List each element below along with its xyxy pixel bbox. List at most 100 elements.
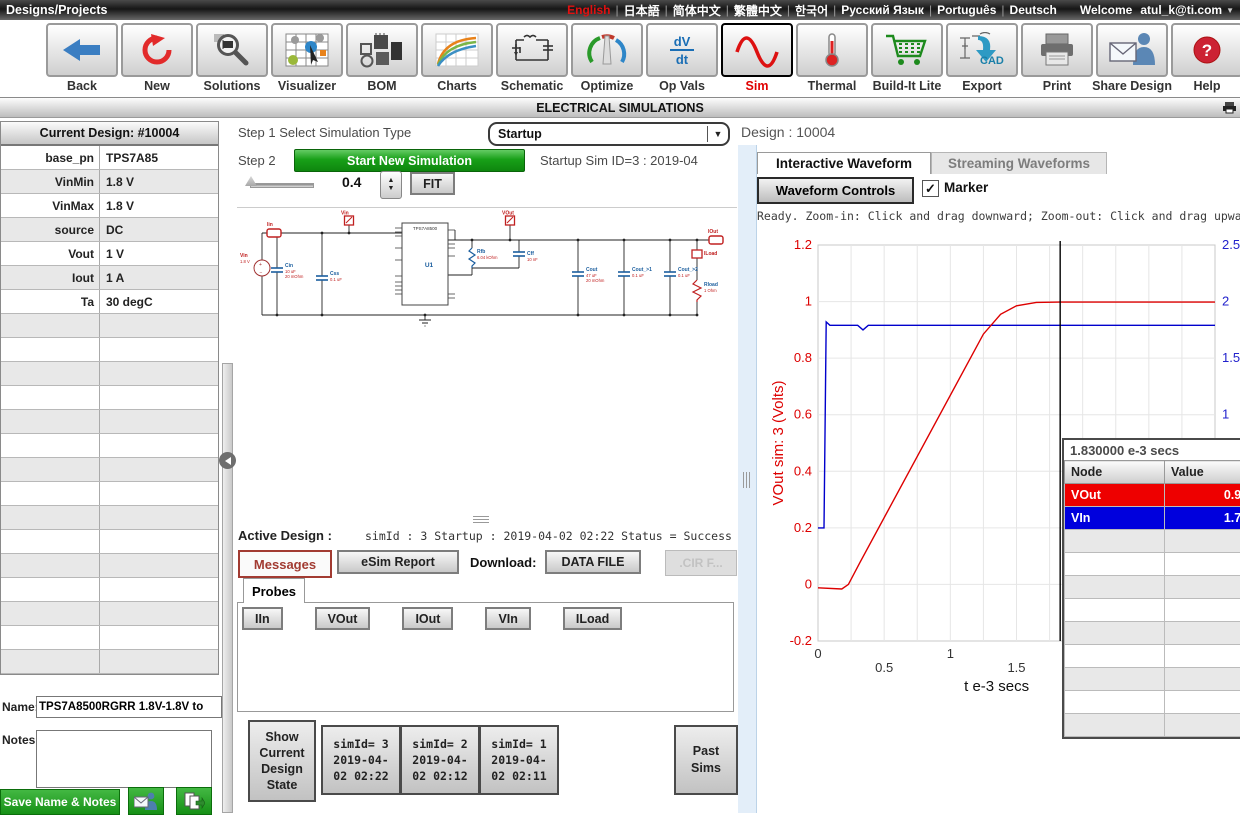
svg-text:?: ? (1202, 41, 1212, 60)
design-parameter-table: base_pnTPS7A85VinMin1.8 VVinMax1.8 Vsour… (1, 146, 218, 674)
value-stepper[interactable]: ▲▼ (380, 171, 402, 199)
toolbar-label: Solutions (204, 79, 261, 93)
right-drag-grip[interactable] (743, 472, 750, 488)
svg-text:6.04 kOhm: 6.04 kOhm (477, 255, 498, 260)
toolbar-new-button[interactable]: New (121, 23, 193, 97)
sim-history-button-2[interactable]: simId= 22019-04-02 02:12 (400, 725, 480, 795)
language-link-7[interactable]: Português (937, 3, 996, 17)
printer-icon (1021, 23, 1093, 77)
toolbar-label: Export (962, 79, 1002, 93)
rload-resistor-symbol (693, 280, 701, 302)
webench-simulation-window: { "top_bar": { "title": "Designs/Project… (0, 0, 1240, 813)
language-link-5[interactable]: 한국어 (795, 2, 828, 19)
start-new-simulation-button[interactable]: Start New Simulation (294, 149, 525, 172)
marker-checkbox[interactable]: ✓ (922, 180, 939, 197)
language-link-8[interactable]: Deutsch (1010, 3, 1057, 17)
button-line: 2019-04- (491, 752, 546, 768)
empty-param-row (1, 458, 218, 482)
schematic-canvas[interactable]: +− TPS7A8500 U1 (237, 210, 737, 415)
stepper-up-icon[interactable]: ▲ (388, 177, 395, 185)
page-title: Designs/Projects (6, 3, 107, 17)
fit-button[interactable]: FIT (410, 172, 455, 195)
language-link-2[interactable]: 日本語 (624, 2, 660, 19)
toolbar-solutions-button[interactable]: Solutions (196, 23, 268, 97)
language-link-3[interactable]: 简体中文 (673, 2, 721, 19)
collapse-left-arrow[interactable] (219, 452, 236, 469)
vin-probe-icon[interactable] (345, 216, 354, 225)
probe-button-iin[interactable]: IIn (242, 607, 283, 630)
design-name-input[interactable] (36, 696, 222, 718)
user-menu[interactable]: atul_k@ti.com ▼ (1140, 3, 1234, 17)
print-small-icon[interactable] (1223, 101, 1236, 117)
marker-node: VIn (1065, 507, 1165, 530)
button-line: Design (261, 761, 303, 777)
vout-probe-icon[interactable] (506, 216, 515, 225)
empty-param-row (1, 434, 218, 458)
x-axis-tick: 0.5 (875, 660, 893, 675)
iin-probe-icon[interactable] (267, 229, 281, 237)
empty-param-row (1, 626, 218, 650)
messages-button[interactable]: Messages (238, 550, 332, 578)
toolbar-sim-button[interactable]: Sim (721, 23, 793, 97)
language-link-6[interactable]: Русский Язык (841, 3, 924, 17)
left-axis-tick: 1.2 (794, 237, 812, 252)
show-current-design-state-button[interactable]: ShowCurrentDesignState (248, 720, 316, 802)
design-notes-textarea[interactable] (36, 730, 212, 788)
waveform-controls-button[interactable]: Waveform Controls (757, 177, 914, 204)
marker-col-node: Node (1065, 461, 1165, 484)
marker-time-label: 1.830000 e-3 secs (1064, 440, 1240, 460)
sim-history-button-1[interactable]: simId= 32019-04-02 02:22 (321, 725, 401, 795)
schematic-resize-grip[interactable] (473, 516, 489, 523)
probe-button-vin[interactable]: VIn (485, 607, 530, 630)
welcome-label: Welcome (1080, 3, 1132, 17)
toolbar-thermal-button[interactable]: Thermal (796, 23, 868, 97)
copy-design-small-button[interactable] (176, 787, 212, 815)
cir-file-button-disabled: .CIR F... (665, 550, 737, 576)
probe-button-vout[interactable]: VOut (315, 607, 371, 630)
save-name-notes-button[interactable]: Save Name & Notes (0, 789, 120, 815)
tab-streaming-waveforms[interactable]: Streaming Waveforms (931, 152, 1107, 174)
right-axis-tick: 1.5 (1222, 350, 1240, 365)
toolbar-share-design-button[interactable]: Share Design (1096, 23, 1168, 97)
current-design-header: Current Design: #10004 (1, 122, 218, 146)
probe-button-iload[interactable]: ILoad (563, 607, 622, 630)
stepper-down-icon[interactable]: ▼ (388, 185, 395, 193)
design-param-row: Vout1 V (1, 242, 218, 266)
iload-probe-icon[interactable] (692, 250, 702, 258)
sim-type-dropdown[interactable]: Startup ▼ (488, 122, 730, 146)
toolbar-visualizer-button[interactable]: Visualizer (271, 23, 343, 97)
data-file-button[interactable]: DATA FILE (545, 550, 641, 574)
toolbar-label: Optimize (581, 79, 634, 93)
toolbar-op-vals-button[interactable]: dVdtOp Vals (646, 23, 718, 97)
toolbar-print-button[interactable]: Print (1021, 23, 1093, 97)
share-envelope-icon (134, 792, 158, 810)
sim-time-slider-track[interactable] (250, 183, 314, 188)
toolbar-bom-button[interactable]: BOM (346, 23, 418, 97)
esim-report-button[interactable]: eSim Report (337, 550, 459, 574)
toolbar-back-button[interactable]: Back (46, 23, 118, 97)
toolbar-build-it-lite-button[interactable]: Build-It Lite (871, 23, 943, 97)
empty-cell (1165, 668, 1240, 691)
iout-probe-icon[interactable] (709, 236, 723, 244)
section-header: ELECTRICAL SIMULATIONS (0, 97, 1240, 118)
probes-tab[interactable]: Probes (243, 578, 305, 603)
schematic-circuit-icon (496, 23, 568, 77)
toolbar-label: Share Design (1092, 79, 1172, 93)
toolbar-schematic-button[interactable]: Schematic (496, 23, 568, 97)
share-design-small-button[interactable] (128, 787, 164, 815)
slider-handle[interactable] (245, 176, 257, 186)
param-label (1, 482, 100, 505)
tab-interactive-waveform[interactable]: Interactive Waveform (757, 152, 931, 174)
svg-text:1.8 V: 1.8 V (240, 259, 250, 264)
past-sims-button[interactable]: PastSims (674, 725, 738, 795)
left-splitter[interactable] (222, 363, 233, 813)
language-link-4[interactable]: 繁體中文 (734, 2, 782, 19)
probe-button-iout[interactable]: IOut (402, 607, 453, 630)
waveform-status-text: Ready. Zoom-in: Click and drag downward;… (757, 209, 1240, 223)
toolbar-optimize-button[interactable]: Optimize (571, 23, 643, 97)
toolbar-charts-button[interactable]: Charts (421, 23, 493, 97)
sim-history-button-3[interactable]: simId= 12019-04-02 02:11 (479, 725, 559, 795)
toolbar-export-button[interactable]: CADExport (946, 23, 1018, 97)
toolbar-help-button[interactable]: ?Help (1171, 23, 1240, 97)
language-link-1[interactable]: English (567, 3, 610, 17)
